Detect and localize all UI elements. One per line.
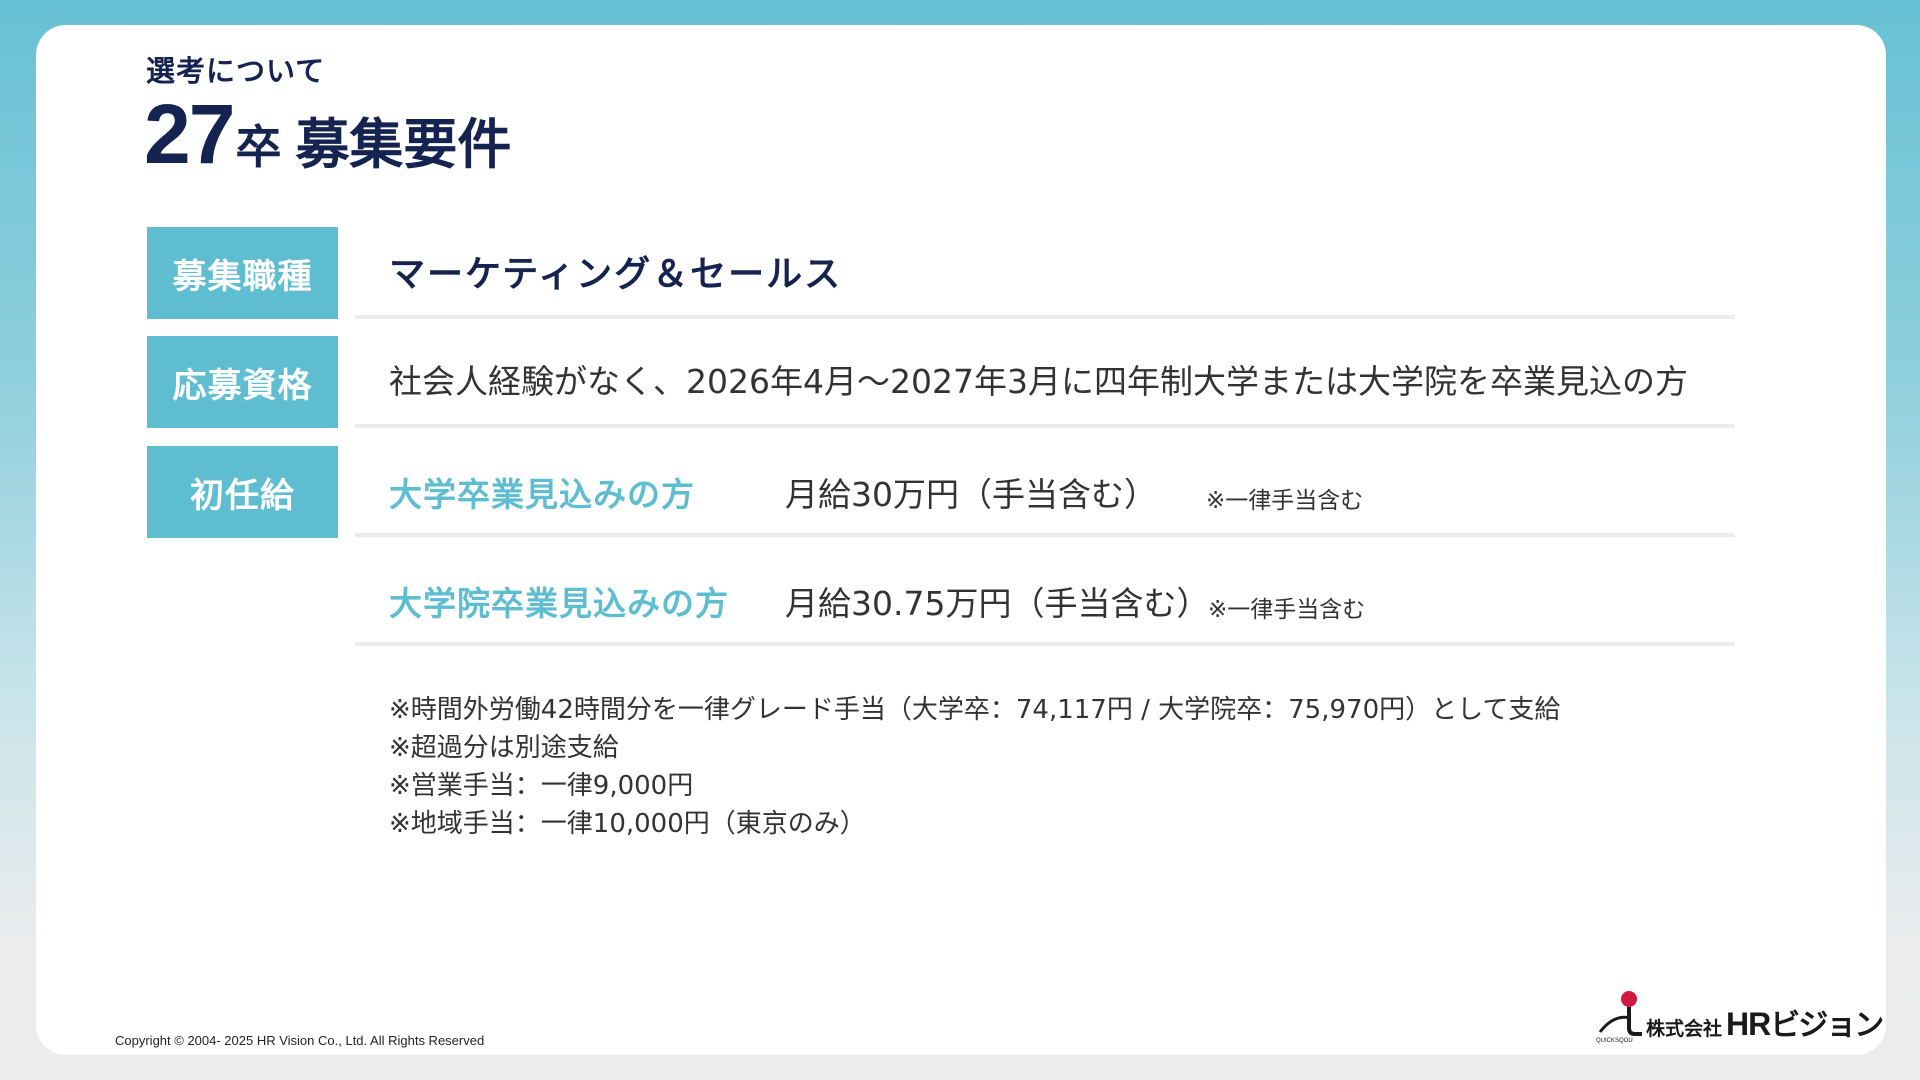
undergrad-salary-note: ※一律手当含む — [1206, 488, 1364, 514]
note-line: ※超過分は別途支給 — [389, 733, 619, 763]
title-main: 募集要件 — [295, 113, 512, 176]
job-type-value: マーケティング＆セールス — [389, 254, 843, 295]
section-eyebrow: 選考について — [146, 54, 326, 88]
note-line: ※地域手当：一律10,000円（東京のみ） — [389, 809, 866, 839]
logo-wordmark: 株式会社 HRビジョン — [1646, 1000, 1884, 1044]
logo-tiny-text: QUICKSQOU — [1596, 1038, 1633, 1044]
job-type-label: 募集職種 — [147, 227, 338, 319]
undergrad-salary-label: 大学卒業見込みの方 — [389, 475, 695, 514]
logo-mark-icon: QUICKSQOU — [1596, 991, 1642, 1044]
salary-notes: ※時間外労働42時間分を一律グレード手当（大学卒：74,117円 / 大学院卒：… — [389, 691, 1560, 843]
graduate-salary-amount: 月給30.75万円（手当含む） — [785, 584, 1210, 623]
note-line: ※営業手当：一律9,000円 — [389, 771, 694, 801]
logo-name-kana: ビジョン — [1770, 1008, 1884, 1043]
logo-company-prefix: 株式会社 — [1646, 1018, 1723, 1040]
note-line: ※時間外労働42時間分を一律グレード手当（大学卒：74,117円 / 大学院卒：… — [389, 695, 1561, 725]
page-title: 27卒 募集要件 — [144, 86, 511, 183]
row-divider — [355, 424, 1735, 428]
title-number: 27 — [144, 87, 235, 181]
title-suffix: 卒 — [235, 120, 282, 174]
company-logo: QUICKSQOU 株式会社 HRビジョン — [1594, 988, 1884, 1044]
row-divider — [355, 533, 1735, 537]
qualification-value: 社会人経験がなく、2026年4月～2027年3月に四年制大学または大学院を卒業見… — [389, 362, 1688, 401]
graduate-salary-label: 大学院卒業見込みの方 — [389, 584, 729, 623]
qualification-label: 応募資格 — [147, 336, 338, 428]
logo-name-latin: HR — [1726, 1006, 1771, 1042]
row-divider — [355, 315, 1735, 319]
salary-label: 初任給 — [147, 446, 338, 538]
row-divider — [355, 642, 1735, 646]
copyright-text: Copyright © 2004- 2025 HR Vision Co., Lt… — [115, 1033, 485, 1048]
graduate-salary-note: ※一律手当含む — [1208, 597, 1366, 623]
undergrad-salary-amount: 月給30万円（手当含む） — [785, 475, 1157, 514]
